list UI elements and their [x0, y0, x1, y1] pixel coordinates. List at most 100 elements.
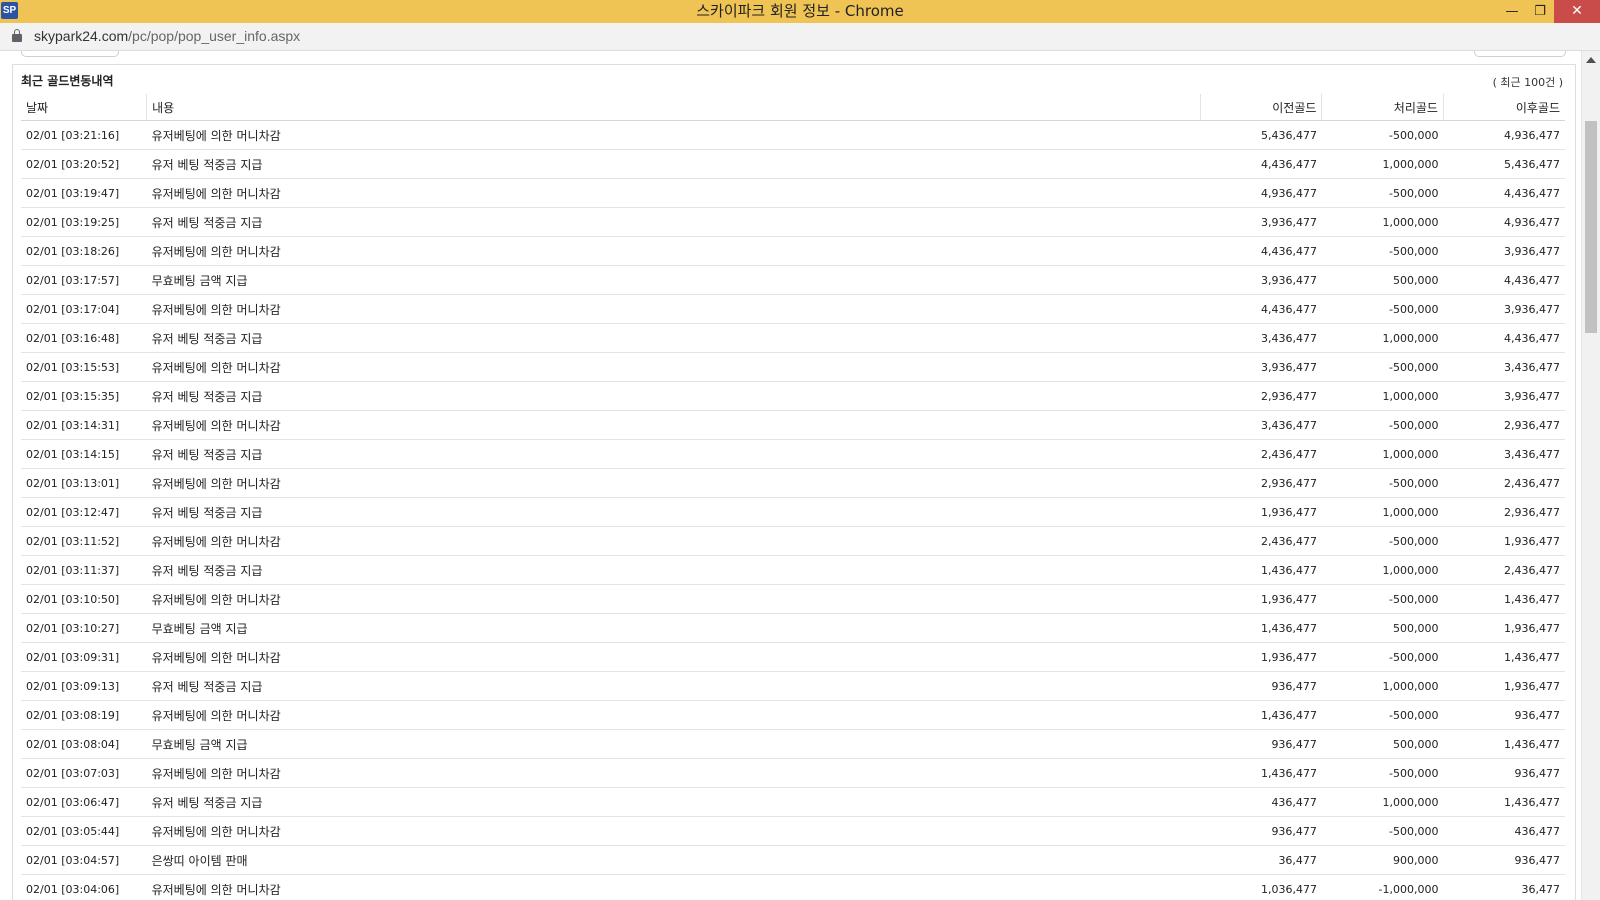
table-row: 02/01 [03:16:48] 유저 베팅 적중금 지급 3,436,477 1,0… — [21, 323, 1565, 353]
url-text[interactable]: skypark24.com/pc/pop/pop_user_info.aspx — [34, 23, 300, 50]
cell-date: 02/01 [03:20:52] — [21, 149, 147, 179]
table-row: 02/01 [03:07:03] 유저베팅에 의한 머니차감 1,436,477 -5… — [21, 758, 1565, 788]
previous-section-edge — [21, 51, 119, 57]
cell-processed-gold: 900,000 — [1321, 845, 1444, 875]
close-button[interactable]: ✕ — [1554, 0, 1600, 23]
cell-date: 02/01 [03:10:27] — [21, 613, 147, 643]
cell-processed-gold: -500,000 — [1321, 352, 1444, 382]
gold-history-table: 날짜 내용 이전골드 처리골드 이후골드 02/01 [03:21:16] 유저베… — [21, 94, 1565, 900]
cell-processed-gold: -500,000 — [1321, 468, 1444, 498]
cell-date: 02/01 [03:14:15] — [21, 439, 147, 469]
cell-content: 유저베팅에 의한 머니차감 — [146, 410, 1201, 440]
cell-processed-gold: 1,000,000 — [1321, 787, 1444, 817]
cell-after-gold: 1,436,477 — [1443, 642, 1565, 672]
column-header-after-gold: 이후골드 — [1443, 94, 1565, 121]
table-row: 02/01 [03:05:44] 유저베팅에 의한 머니차감 936,477 -500… — [21, 816, 1565, 846]
cell-previous-gold: 1,936,477 — [1200, 584, 1322, 614]
cell-content: 유저베팅에 의한 머니차감 — [146, 526, 1201, 556]
cell-after-gold: 5,436,477 — [1443, 149, 1565, 179]
cell-previous-gold: 4,936,477 — [1200, 178, 1322, 208]
cell-after-gold: 3,936,477 — [1443, 294, 1565, 324]
cell-previous-gold: 5,436,477 — [1200, 120, 1322, 150]
cell-after-gold: 2,436,477 — [1443, 468, 1565, 498]
cell-date: 02/01 [03:05:44] — [21, 816, 147, 846]
cell-after-gold: 2,436,477 — [1443, 555, 1565, 585]
vertical-scrollbar[interactable] — [1581, 51, 1600, 900]
cell-processed-gold: 1,000,000 — [1321, 439, 1444, 469]
cell-content: 유저베팅에 의한 머니차감 — [146, 816, 1201, 846]
column-header-content: 내용 — [146, 94, 1201, 121]
url-path: /pc/pop/pop_user_info.aspx — [128, 28, 301, 44]
cell-previous-gold: 936,477 — [1200, 816, 1322, 846]
cell-after-gold: 436,477 — [1443, 816, 1565, 846]
cell-previous-gold: 1,436,477 — [1200, 758, 1322, 788]
table-row: 02/01 [03:09:13] 유저 베팅 적중금 지급 936,477 1,000… — [21, 671, 1565, 701]
cell-previous-gold: 2,936,477 — [1200, 468, 1322, 498]
cell-after-gold: 3,436,477 — [1443, 439, 1565, 469]
cell-after-gold: 1,936,477 — [1443, 526, 1565, 556]
cell-after-gold: 4,936,477 — [1443, 207, 1565, 237]
cell-content: 유저베팅에 의한 머니차감 — [146, 758, 1201, 788]
minimize-button[interactable]: — — [1498, 0, 1526, 23]
cell-previous-gold: 3,436,477 — [1200, 410, 1322, 440]
cell-content: 유저베팅에 의한 머니차감 — [146, 236, 1201, 266]
cell-after-gold: 936,477 — [1443, 700, 1565, 730]
gold-history-panel: 최근 골드변동내역 ( 최근 100건 ) 날짜 내용 이전골드 처리골드 이후… — [12, 64, 1576, 900]
table-row: 02/01 [03:14:15] 유저 베팅 적중금 지급 2,436,477 1,0… — [21, 439, 1565, 469]
cell-previous-gold: 4,436,477 — [1200, 294, 1322, 324]
cell-previous-gold: 3,936,477 — [1200, 265, 1322, 295]
table-row: 02/01 [03:14:31] 유저베팅에 의한 머니차감 3,436,477 -5… — [21, 410, 1565, 440]
cell-previous-gold: 1,036,477 — [1200, 874, 1322, 900]
table-row: 02/01 [03:19:47] 유저베팅에 의한 머니차감 4,936,477 -5… — [21, 178, 1565, 208]
lock-icon[interactable] — [12, 29, 22, 43]
table-row: 02/01 [03:17:57] 무효베팅 금액 지급 3,936,477 500,0… — [21, 265, 1565, 295]
cell-processed-gold: -500,000 — [1321, 120, 1444, 150]
cell-processed-gold: 1,000,000 — [1321, 671, 1444, 701]
cell-processed-gold: -500,000 — [1321, 178, 1444, 208]
cell-previous-gold: 436,477 — [1200, 787, 1322, 817]
cell-previous-gold: 3,436,477 — [1200, 323, 1322, 353]
page-viewport: 최근 골드변동내역 ( 최근 100건 ) 날짜 내용 이전골드 처리골드 이후… — [0, 51, 1581, 900]
cell-date: 02/01 [03:19:47] — [21, 178, 147, 208]
table-row: 02/01 [03:15:35] 유저 베팅 적중금 지급 2,936,477 1,0… — [21, 381, 1565, 411]
cell-processed-gold: 500,000 — [1321, 729, 1444, 759]
cell-after-gold: 936,477 — [1443, 758, 1565, 788]
cell-after-gold: 4,436,477 — [1443, 323, 1565, 353]
cell-processed-gold: -500,000 — [1321, 526, 1444, 556]
cell-date: 02/01 [03:11:37] — [21, 555, 147, 585]
cell-content: 유저베팅에 의한 머니차감 — [146, 120, 1201, 150]
scroll-up-arrow-icon[interactable] — [1586, 57, 1596, 63]
scrollbar-thumb[interactable] — [1585, 121, 1597, 333]
cell-processed-gold: -500,000 — [1321, 236, 1444, 266]
address-bar[interactable]: skypark24.com/pc/pop/pop_user_info.aspx — [0, 23, 1600, 51]
restore-button[interactable]: ❐ — [1526, 0, 1554, 23]
cell-content: 유저베팅에 의한 머니차감 — [146, 468, 1201, 498]
cell-previous-gold: 1,936,477 — [1200, 497, 1322, 527]
cell-content: 유저베팅에 의한 머니차감 — [146, 352, 1201, 382]
cell-previous-gold: 1,436,477 — [1200, 613, 1322, 643]
cell-content: 유저베팅에 의한 머니차감 — [146, 584, 1201, 614]
cell-processed-gold: -500,000 — [1321, 758, 1444, 788]
cell-previous-gold: 3,936,477 — [1200, 207, 1322, 237]
table-row: 02/01 [03:04:06] 유저베팅에 의한 머니차감 1,036,477 -1… — [21, 874, 1565, 900]
cell-content: 유저베팅에 의한 머니차감 — [146, 178, 1201, 208]
cell-date: 02/01 [03:21:16] — [21, 120, 147, 150]
cell-content: 유저 베팅 적중금 지급 — [146, 671, 1201, 701]
section-title: 최근 골드변동내역 — [21, 74, 114, 88]
cell-processed-gold: 1,000,000 — [1321, 497, 1444, 527]
cell-processed-gold: -500,000 — [1321, 816, 1444, 846]
cell-previous-gold: 2,936,477 — [1200, 381, 1322, 411]
cell-after-gold: 3,436,477 — [1443, 352, 1565, 382]
previous-section-button-edge[interactable] — [1474, 51, 1566, 57]
table-row: 02/01 [03:12:47] 유저 베팅 적중금 지급 1,936,477 1,0… — [21, 497, 1565, 527]
cell-date: 02/01 [03:13:01] — [21, 468, 147, 498]
cell-previous-gold: 936,477 — [1200, 671, 1322, 701]
cell-content: 유저 베팅 적중금 지급 — [146, 323, 1201, 353]
cell-after-gold: 3,936,477 — [1443, 381, 1565, 411]
close-icon: ✕ — [1571, 3, 1583, 19]
table-row: 02/01 [03:15:53] 유저베팅에 의한 머니차감 3,936,477 -5… — [21, 352, 1565, 382]
cell-date: 02/01 [03:12:47] — [21, 497, 147, 527]
table-row: 02/01 [03:21:16] 유저베팅에 의한 머니차감 5,436,477 -5… — [21, 120, 1565, 150]
cell-content: 은쌍띠 아이템 판매 — [146, 845, 1201, 875]
cell-processed-gold: 1,000,000 — [1321, 207, 1444, 237]
